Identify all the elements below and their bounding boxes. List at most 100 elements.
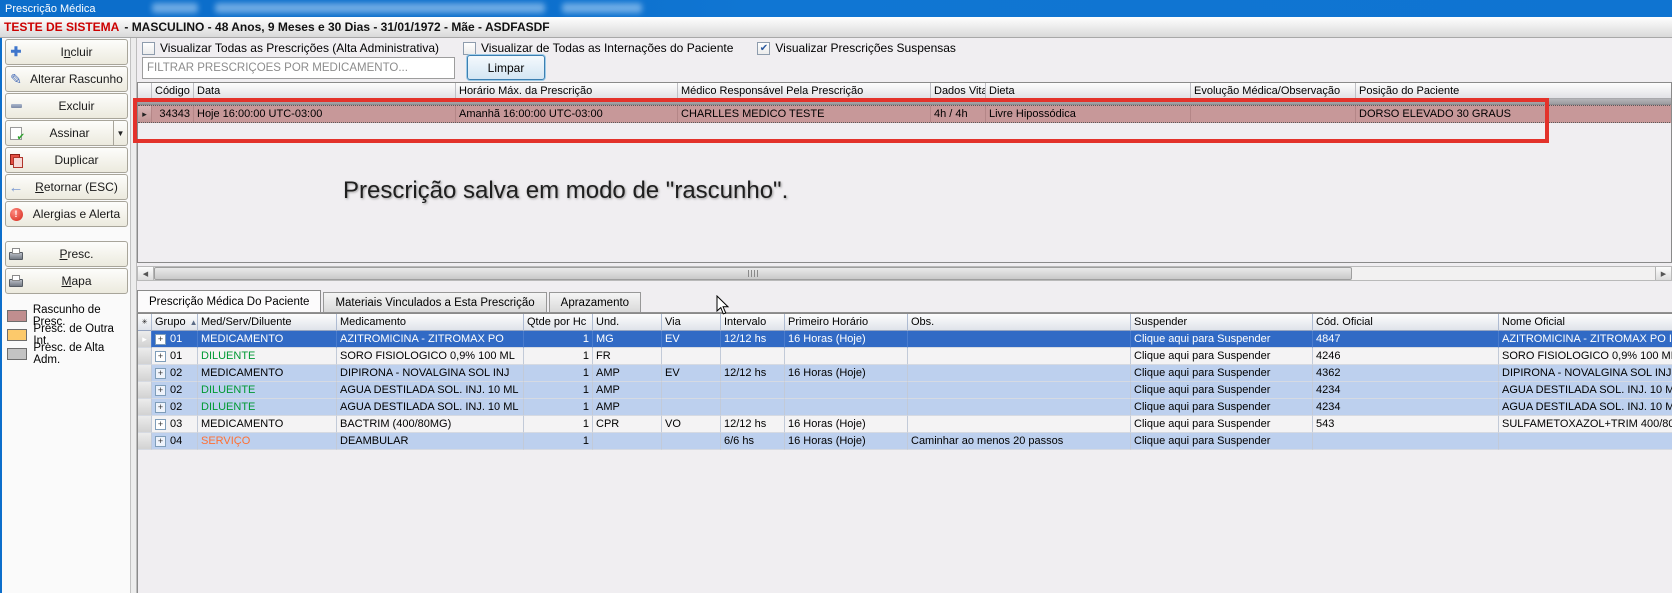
- scrollbar-thumb[interactable]: [154, 267, 1352, 280]
- cell-via: EV: [662, 331, 721, 348]
- alert-icon: !: [6, 208, 26, 221]
- horizontal-scrollbar[interactable]: ◀ ▶: [137, 266, 1672, 281]
- cell-primeiro_horario: [785, 348, 908, 365]
- button-label: Alergias e Alerta: [26, 207, 127, 221]
- cell-suspender[interactable]: Clique aqui para Suspender: [1131, 331, 1313, 348]
- column-header-grupo[interactable]: Grupo▲: [152, 314, 198, 331]
- cell-intervalo: [721, 382, 785, 399]
- cell-medicamento: SORO FISIOLOGICO 0,9% 100 ML: [337, 348, 524, 365]
- clear-filter-button[interactable]: Limpar: [467, 55, 545, 80]
- cell-medicamento: AZITROMICINA - ZITROMAX PO: [337, 331, 524, 348]
- button-duplicar[interactable]: Duplicar: [5, 147, 128, 173]
- column-header-codigo[interactable]: Código: [152, 83, 194, 99]
- checkbox-box[interactable]: [463, 42, 476, 55]
- expand-row-button[interactable]: +: [155, 436, 166, 447]
- column-header-tipo[interactable]: Med/Serv/Diluente: [198, 314, 337, 331]
- column-header-qtde[interactable]: Qtde por Hc: [524, 314, 593, 331]
- checkbox-visualizar-todas-as-prescri-es-alta-admi[interactable]: Visualizar Todas as Prescrições (Alta Ad…: [142, 41, 439, 55]
- prescription-row-draft[interactable]: ▸34343Hoje 16:00:00 UTC-03:00Amanhã 16:0…: [138, 105, 1672, 123]
- medication-row[interactable]: +04SERVIÇODEAMBULAR16/6 hs16 Horas (Hoje…: [138, 433, 1672, 450]
- medication-row[interactable]: +02DILUENTEAGUA DESTILADA SOL. INJ. 10 M…: [138, 399, 1672, 416]
- button-alterar-rascunho[interactable]: ✎Alterar Rascunho: [5, 66, 128, 92]
- cell-posicao: DORSO ELEVADO 30 GRAUS: [1356, 106, 1672, 122]
- cell-und: FR: [593, 348, 662, 365]
- column-header-data[interactable]: Data: [194, 83, 456, 99]
- back-arrow-icon: ←: [9, 179, 24, 196]
- cell-suspender[interactable]: Clique aqui para Suspender: [1131, 348, 1313, 365]
- cell-suspender[interactable]: Clique aqui para Suspender: [1131, 433, 1313, 450]
- cell-medico: CHARLLES MEDICO TESTE: [678, 106, 931, 122]
- cell-nome_oficial: AGUA DESTILADA SOL. INJ. 10 ML: [1499, 382, 1672, 399]
- expand-row-button[interactable]: +: [155, 419, 166, 430]
- expand-row-button[interactable]: +: [155, 368, 166, 379]
- assinar-dropdown-arrow[interactable]: ▼: [113, 121, 127, 145]
- column-header-posicao[interactable]: Posição do Paciente: [1356, 83, 1672, 99]
- column-header-evolucao[interactable]: Evolução Médica/Observação: [1191, 83, 1356, 99]
- row-indicator: [138, 433, 152, 450]
- cell-obs: [908, 416, 1131, 433]
- column-header-suspender[interactable]: Suspender: [1131, 314, 1313, 331]
- cell-suspender[interactable]: Clique aqui para Suspender: [1131, 416, 1313, 433]
- medication-row[interactable]: +01DILUENTESORO FISIOLOGICO 0,9% 100 ML1…: [138, 348, 1672, 365]
- cell-primeiro_horario: 16 Horas (Hoje): [785, 365, 908, 382]
- medication-row[interactable]: ▸+01MEDICAMENTOAZITROMICINA - ZITROMAX P…: [138, 331, 1672, 348]
- checkbox-visualizar-prescri-es-suspensas[interactable]: ✔Visualizar Prescrições Suspensas: [757, 41, 956, 55]
- cell-suspender[interactable]: Clique aqui para Suspender: [1131, 365, 1313, 382]
- cell-cod_oficial: 4847: [1313, 331, 1499, 348]
- button-mapa[interactable]: Mapa: [5, 268, 128, 294]
- printer-icon: [6, 275, 26, 288]
- checkbox-box[interactable]: [142, 42, 155, 55]
- column-header-dados_vitais[interactable]: Dados Vitais: [931, 83, 986, 99]
- cell-obs: [908, 382, 1131, 399]
- tab-aprazamento[interactable]: Aprazamento: [549, 292, 641, 312]
- expand-row-button[interactable]: +: [155, 385, 166, 396]
- button-assinar[interactable]: Assinar▼: [5, 120, 128, 146]
- cell-und: AMP: [593, 399, 662, 416]
- cell-codigo: 34343: [152, 106, 194, 122]
- tab-bar: Prescrição Médica Do PacienteMateriais V…: [137, 291, 1672, 313]
- button-alergias-e-alerta[interactable]: !Alergias e Alerta: [5, 201, 128, 227]
- scroll-right-button[interactable]: ▶: [1655, 267, 1671, 280]
- column-header-horario_max[interactable]: Horário Máx. da Prescrição: [456, 83, 678, 99]
- tab-prescri-o-m-dica-do-paciente[interactable]: Prescrição Médica Do Paciente: [137, 290, 321, 312]
- medication-row[interactable]: +03MEDICAMENTOBACTRIM (400/80MG)1CPRVO12…: [138, 416, 1672, 433]
- expand-row-button[interactable]: +: [155, 334, 166, 345]
- medication-row[interactable]: +02DILUENTEAGUA DESTILADA SOL. INJ. 10 M…: [138, 382, 1672, 399]
- column-header-nome_oficial[interactable]: Nome Oficial: [1499, 314, 1672, 331]
- medication-filter-input[interactable]: [142, 57, 455, 79]
- column-header-cod_oficial[interactable]: Cód. Oficial: [1313, 314, 1499, 331]
- cell-suspender[interactable]: Clique aqui para Suspender: [1131, 382, 1313, 399]
- button-excluir[interactable]: Excluir: [5, 93, 128, 119]
- column-header-obs[interactable]: Obs.: [908, 314, 1131, 331]
- cell-intervalo: 12/12 hs: [721, 365, 785, 382]
- cell-medicamento: AGUA DESTILADA SOL. INJ. 10 ML: [337, 382, 524, 399]
- column-header-medico[interactable]: Médico Responsável Pela Prescrição: [678, 83, 931, 99]
- button-retornar-esc[interactable]: ←Retornar (ESC): [5, 174, 128, 200]
- expand-row-button[interactable]: +: [155, 402, 166, 413]
- column-header-medicamento[interactable]: Medicamento: [337, 314, 524, 331]
- column-header-und[interactable]: Und.: [593, 314, 662, 331]
- column-header-via[interactable]: Via: [662, 314, 721, 331]
- medication-row[interactable]: +02MEDICAMENTODIPIRONA - NOVALGINA SOL I…: [138, 365, 1672, 382]
- cell-suspender[interactable]: Clique aqui para Suspender: [1131, 399, 1313, 416]
- button-label: Duplicar: [26, 153, 127, 167]
- column-header-primeiro_horario[interactable]: Primeiro Horário: [785, 314, 908, 331]
- cell-via: EV: [662, 365, 721, 382]
- cell-grupo: +02: [152, 365, 198, 382]
- cell-nome_oficial: SORO FISIOLOGICO 0,9% 100 ML: [1499, 348, 1672, 365]
- cell-via: [662, 433, 721, 450]
- scroll-left-button[interactable]: ◀: [138, 267, 154, 280]
- column-header-intervalo[interactable]: Intervalo: [721, 314, 785, 331]
- cell-grupo: +01: [152, 348, 198, 365]
- expand-row-button[interactable]: +: [155, 351, 166, 362]
- cell-primeiro_horario: 16 Horas (Hoje): [785, 331, 908, 348]
- button-presc[interactable]: Presc.: [5, 241, 128, 267]
- tab-materiais-vinculados-a-esta-pr[interactable]: Materiais Vinculados a Esta Prescrição: [323, 292, 546, 312]
- row-indicator: [138, 348, 152, 365]
- checkbox-visualizar-de-todas-as-interna-es-do-pac[interactable]: Visualizar de Todas as Internações do Pa…: [463, 41, 733, 55]
- cell-und: AMP: [593, 382, 662, 399]
- checkbox-box[interactable]: ✔: [757, 42, 770, 55]
- button-label: Retornar (ESC): [26, 180, 127, 194]
- column-header-dieta[interactable]: Dieta: [986, 83, 1191, 99]
- button-incluir[interactable]: ✚Incluir: [5, 39, 128, 65]
